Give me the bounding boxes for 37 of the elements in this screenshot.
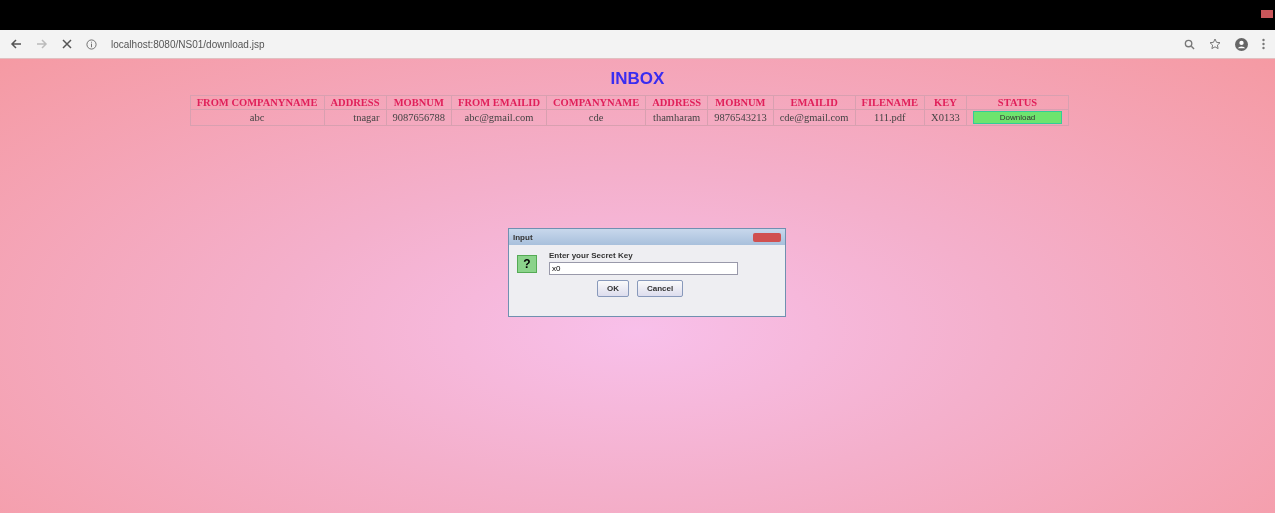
column-header: ADDRESS bbox=[324, 95, 387, 110]
star-icon[interactable] bbox=[1209, 38, 1221, 50]
table-cell: 111.pdf bbox=[855, 109, 925, 126]
table-cell: 9876543213 bbox=[707, 109, 774, 126]
zoom-icon[interactable] bbox=[1184, 38, 1195, 50]
table-cell: 9087656788 bbox=[386, 109, 452, 126]
close-icon[interactable] bbox=[62, 39, 72, 49]
dialog-title: Input bbox=[513, 232, 533, 242]
column-header: MOBNUM bbox=[707, 95, 774, 110]
address-bar[interactable]: localhost:8080/NS01/download.jsp bbox=[111, 38, 265, 50]
column-header: KEY bbox=[924, 95, 967, 110]
column-header: STATUS bbox=[966, 95, 1069, 110]
back-icon[interactable] bbox=[10, 39, 22, 49]
table-cell: thamharam bbox=[645, 109, 708, 126]
download-button[interactable]: Download bbox=[972, 111, 1063, 124]
secret-key-field[interactable]: x0 bbox=[549, 262, 738, 275]
info-icon[interactable] bbox=[86, 38, 97, 50]
dialog-button[interactable]: Cancel bbox=[637, 280, 684, 297]
dialog-button[interactable]: OK bbox=[597, 280, 629, 297]
column-header: FROM COMPANYNAME bbox=[190, 95, 325, 110]
menu-icon[interactable] bbox=[1262, 38, 1265, 50]
table-cell: cde@gmail.com bbox=[773, 109, 855, 126]
prompt-label: Enter your Secret Key bbox=[549, 251, 634, 260]
column-header: MOBNUM bbox=[386, 95, 452, 110]
table-cell: abc@gmail.com bbox=[451, 109, 547, 126]
table-cell: cde bbox=[546, 109, 646, 126]
account-icon[interactable] bbox=[1235, 37, 1248, 51]
page-title: INBOX bbox=[610, 69, 665, 89]
question-icon: ? bbox=[517, 255, 537, 273]
table-cell: X0133 bbox=[924, 109, 967, 126]
column-header: EMAILID bbox=[773, 95, 855, 110]
table-cell: abc bbox=[190, 109, 325, 126]
table-cell: tnagar bbox=[324, 109, 387, 126]
column-header: FILENAME bbox=[855, 95, 925, 110]
column-header: COMPANYNAME bbox=[546, 95, 646, 110]
column-header: FROM EMAILID bbox=[451, 95, 547, 110]
column-header: ADDRESS bbox=[645, 95, 708, 110]
